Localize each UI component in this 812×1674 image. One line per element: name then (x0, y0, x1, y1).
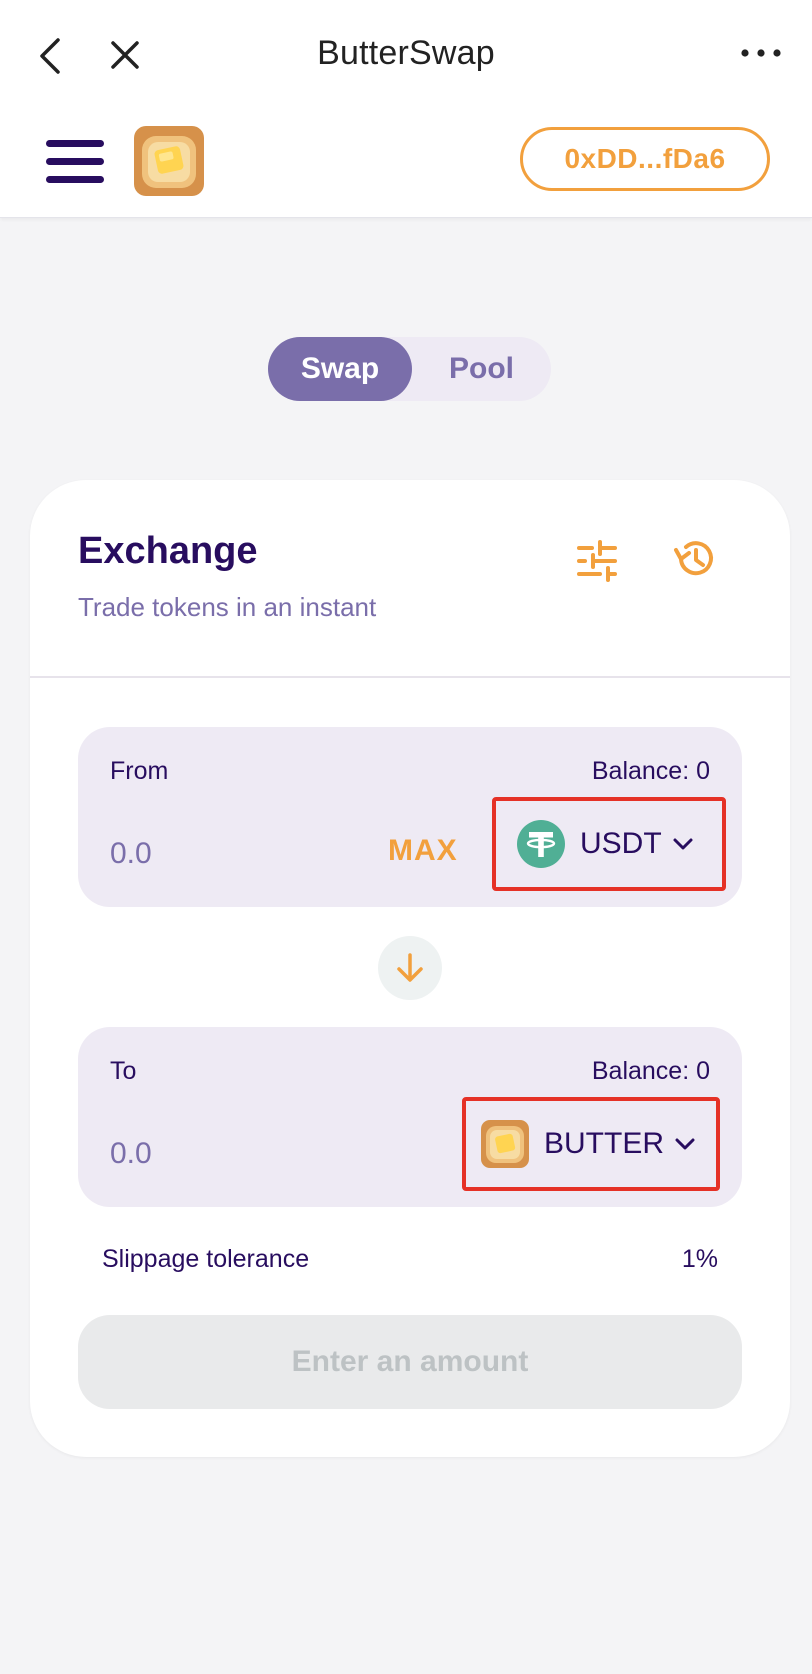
from-label: From (110, 757, 169, 785)
usdt-icon (517, 820, 565, 868)
to-amount-input[interactable]: 0.0 (110, 1137, 152, 1171)
arrow-down-icon (397, 953, 423, 982)
app-header: 0xDD...fDa6 (0, 110, 812, 218)
from-token-selector[interactable]: USDT (492, 797, 726, 891)
card-header: Exchange Trade tokens in an instant (30, 480, 790, 678)
chevron-down-icon (673, 838, 693, 850)
menu-icon[interactable] (46, 140, 104, 184)
settings-icon[interactable] (576, 540, 618, 582)
exchange-card: Exchange Trade tokens in an instant From… (30, 480, 790, 1457)
from-amount-input[interactable]: 0.0 (110, 837, 152, 871)
swap-pool-toggle: Swap Pool (268, 337, 551, 401)
to-panel: To Balance: 0 0.0 BUTTER (78, 1027, 742, 1207)
window-title: ButterSwap (317, 34, 495, 72)
to-token-selector[interactable]: BUTTER (462, 1097, 720, 1191)
to-label: To (110, 1057, 137, 1085)
to-balance: Balance: 0 (591, 1057, 710, 1085)
from-token-name: USDT (580, 827, 662, 860)
card-subtitle: Trade tokens in an instant (78, 592, 377, 622)
slippage-value: 1% (681, 1245, 718, 1273)
butter-token-icon (481, 1120, 529, 1168)
to-token-name: BUTTER (544, 1127, 664, 1160)
wallet-address-button[interactable]: 0xDD...fDa6 (520, 127, 770, 191)
switch-tokens-button[interactable] (378, 936, 442, 1000)
max-button[interactable]: MAX (388, 834, 458, 868)
tab-pool[interactable]: Pool (412, 337, 551, 401)
enter-amount-button[interactable]: Enter an amount (78, 1315, 742, 1409)
card-title: Exchange (78, 530, 258, 572)
slippage-label: Slippage tolerance (102, 1245, 310, 1273)
history-icon[interactable] (672, 536, 718, 582)
butter-logo[interactable] (134, 126, 204, 196)
title-bar: ButterSwap (0, 0, 812, 110)
more-icon[interactable] (740, 46, 782, 60)
from-balance: Balance: 0 (591, 757, 710, 785)
tab-swap[interactable]: Swap (268, 337, 412, 401)
chevron-down-icon (675, 1138, 695, 1150)
from-panel: From Balance: 0 0.0 MAX USDT (78, 727, 742, 907)
